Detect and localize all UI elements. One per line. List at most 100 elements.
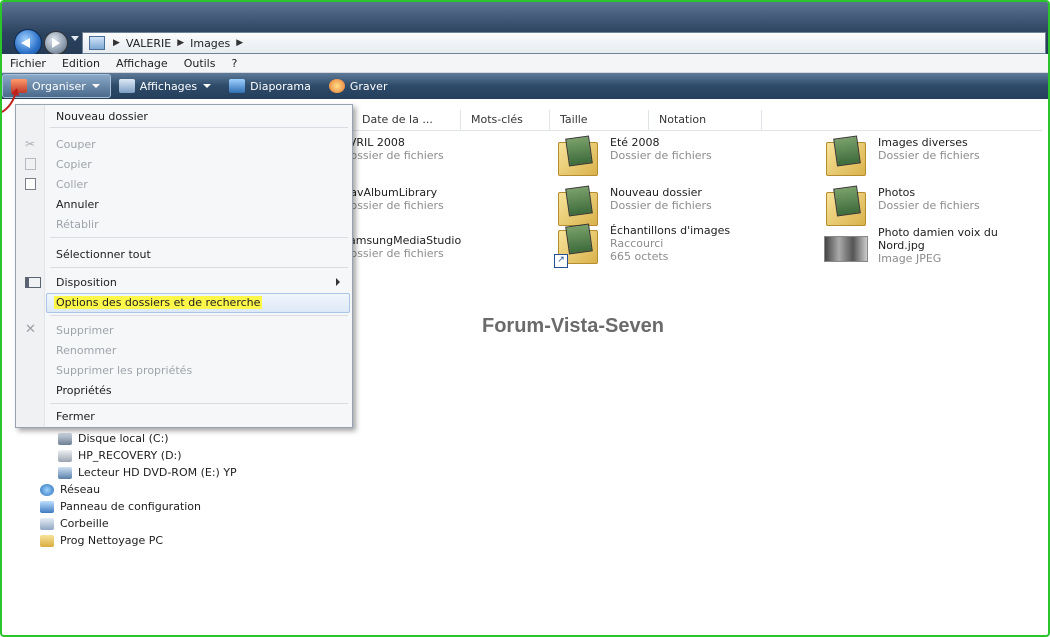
list-item[interactable]: NavAlbumLibrary Dossier de fichiers bbox=[342, 186, 444, 212]
list-item[interactable]: Photo damien voix du Nord.jpg Image JPEG bbox=[822, 226, 998, 270]
file-list: AVRIL 2008 Dossier de fichiers NavAlbumLi… bbox=[282, 132, 1042, 612]
shortcut-arrow-icon: ↗ bbox=[554, 254, 568, 268]
explorer-window: ▶ VALERIE ▶ Images ▶ Fichier Edition Aff… bbox=[0, 0, 1050, 637]
views-button[interactable]: Affichages bbox=[111, 75, 221, 97]
menu-item-cut[interactable]: ✂ Couper bbox=[16, 135, 352, 153]
menu-item-label: Disposition bbox=[56, 275, 117, 289]
menu-outils[interactable]: Outils bbox=[176, 57, 224, 70]
slideshow-icon bbox=[229, 79, 246, 93]
folder-icon bbox=[40, 534, 54, 547]
menu-item-label: Sélectionner tout bbox=[56, 247, 151, 261]
tree-label: Panneau de configuration bbox=[60, 500, 202, 513]
list-item[interactable]: Images diverses Dossier de fichiers bbox=[822, 136, 980, 180]
tree-item-recovery[interactable]: HP_RECOVERY (D:) bbox=[40, 447, 237, 464]
menu-item-copy[interactable]: Copier bbox=[16, 155, 352, 173]
breadcrumb-images[interactable]: Images bbox=[186, 37, 234, 50]
navigation-tree: Disque local (C:) HP_RECOVERY (D:) Lecte… bbox=[40, 430, 237, 549]
menu-item-label: Supprimer les propriétés bbox=[56, 363, 193, 377]
tree-label: HP_RECOVERY (D:) bbox=[78, 449, 182, 462]
menu-item-label: Couper bbox=[56, 137, 96, 151]
copy-icon bbox=[25, 158, 36, 170]
list-item[interactable]: Photos Dossier de fichiers bbox=[822, 186, 980, 230]
file-name: Photo damien voix du bbox=[878, 226, 998, 239]
menu-bar: Fichier Edition Affichage Outils ? bbox=[2, 54, 1048, 73]
file-name-line2: Nord.jpg bbox=[878, 239, 925, 252]
chevron-right-icon[interactable]: ▶ bbox=[175, 38, 186, 48]
network-icon bbox=[40, 483, 54, 496]
menu-item-undo[interactable]: Annuler bbox=[16, 195, 352, 213]
file-name: Photos bbox=[878, 186, 916, 199]
views-label: Affichages bbox=[139, 79, 198, 93]
list-item[interactable]: AVRIL 2008 Dossier de fichiers bbox=[342, 136, 444, 162]
watermark: Forum-Vista-Seven bbox=[482, 315, 664, 337]
file-name: Nouveau dossier bbox=[610, 186, 702, 199]
burn-label: Graver bbox=[349, 79, 388, 93]
column-tags[interactable]: Mots-clés bbox=[461, 110, 550, 130]
photo-thumbnail-icon bbox=[824, 236, 868, 262]
menu-fichier[interactable]: Fichier bbox=[2, 57, 54, 70]
column-rating[interactable]: Notation bbox=[649, 110, 762, 130]
drive-icon bbox=[58, 432, 72, 445]
drive-icon bbox=[58, 449, 72, 462]
list-item[interactable]: Eté 2008 Dossier de fichiers bbox=[554, 136, 712, 180]
menu-item-layout[interactable]: Disposition bbox=[16, 273, 352, 291]
menu-item-close[interactable]: Fermer bbox=[16, 407, 352, 425]
back-button[interactable] bbox=[14, 29, 42, 57]
file-type: Raccourci bbox=[610, 237, 664, 250]
address-bar[interactable]: ▶ VALERIE ▶ Images ▶ bbox=[82, 32, 1046, 54]
chevron-right-icon[interactable]: ▶ bbox=[111, 38, 122, 48]
menu-item-label: Coller bbox=[56, 177, 88, 191]
menu-item-label: Options des dossiers et de recherche bbox=[54, 295, 263, 309]
tree-item-control-panel[interactable]: Panneau de configuration bbox=[40, 498, 237, 515]
tree-item-network[interactable]: Réseau bbox=[40, 481, 237, 498]
column-size[interactable]: Taille bbox=[550, 110, 649, 130]
forward-button[interactable] bbox=[44, 31, 68, 55]
menu-affichage[interactable]: Affichage bbox=[108, 57, 176, 70]
slideshow-button[interactable]: Diaporama bbox=[221, 75, 321, 97]
tree-item-local-disk[interactable]: Disque local (C:) bbox=[40, 430, 237, 447]
file-type: Dossier de fichiers bbox=[342, 149, 444, 162]
menu-item-delete[interactable]: ✕ Supprimer bbox=[16, 321, 352, 339]
file-size: 665 octets bbox=[610, 250, 669, 263]
menu-item-new-folder[interactable]: Nouveau dossier bbox=[16, 107, 352, 125]
tree-item-dvd[interactable]: Lecteur HD DVD-ROM (E:) YP bbox=[40, 464, 237, 481]
breadcrumb-valerie[interactable]: VALERIE bbox=[122, 37, 175, 50]
folder-icon bbox=[826, 142, 866, 176]
history-dropdown-icon[interactable] bbox=[71, 36, 79, 41]
menu-item-label: Fermer bbox=[56, 409, 95, 423]
menu-item-label: Supprimer bbox=[56, 323, 114, 337]
tree-label: Lecteur HD DVD-ROM (E:) YP bbox=[78, 466, 237, 479]
tree-item-prog-nettoyage[interactable]: Prog Nettoyage PC bbox=[40, 532, 237, 549]
menu-item-label: Copier bbox=[56, 157, 92, 171]
views-icon bbox=[118, 79, 135, 93]
burn-button[interactable]: Graver bbox=[321, 75, 398, 97]
menu-item-select-all[interactable]: Sélectionner tout bbox=[16, 245, 352, 263]
file-name: SamsungMediaStudio bbox=[342, 234, 462, 247]
column-date[interactable]: Date de la ... bbox=[352, 110, 461, 130]
menu-item-label: Nouveau dossier bbox=[56, 109, 148, 123]
menu-item-paste[interactable]: Coller bbox=[16, 175, 352, 193]
menu-item-label: Renommer bbox=[56, 343, 117, 357]
menu-separator bbox=[50, 403, 348, 404]
menu-separator bbox=[50, 127, 348, 128]
menu-item-rename[interactable]: Renommer bbox=[16, 341, 352, 359]
menu-item-properties[interactable]: Propriétés bbox=[16, 381, 352, 399]
menu-separator bbox=[50, 315, 348, 316]
slideshow-label: Diaporama bbox=[250, 79, 311, 93]
menu-item-folder-options[interactable]: Options des dossiers et de recherche bbox=[16, 293, 352, 313]
menu-help[interactable]: ? bbox=[223, 57, 245, 70]
file-type: Dossier de fichiers bbox=[342, 247, 444, 260]
list-item[interactable]: SamsungMediaStudio Dossier de fichiers bbox=[342, 234, 461, 260]
tree-item-recycle-bin[interactable]: Corbeille bbox=[40, 515, 237, 532]
scissors-icon: ✂ bbox=[25, 137, 36, 151]
menu-edition[interactable]: Edition bbox=[54, 57, 108, 70]
paste-icon bbox=[25, 178, 36, 190]
list-item[interactable]: ↗ Échantillons d'images Raccourci 665 octe… bbox=[554, 224, 730, 268]
menu-item-label: Rétablir bbox=[56, 217, 99, 231]
file-type: Dossier de fichiers bbox=[610, 199, 712, 212]
recycle-bin-icon bbox=[40, 517, 54, 530]
menu-item-redo[interactable]: Rétablir bbox=[16, 215, 352, 233]
menu-item-remove-properties[interactable]: Supprimer les propriétés bbox=[16, 361, 352, 379]
chevron-right-icon[interactable]: ▶ bbox=[234, 38, 245, 48]
folder-icon bbox=[826, 192, 866, 226]
